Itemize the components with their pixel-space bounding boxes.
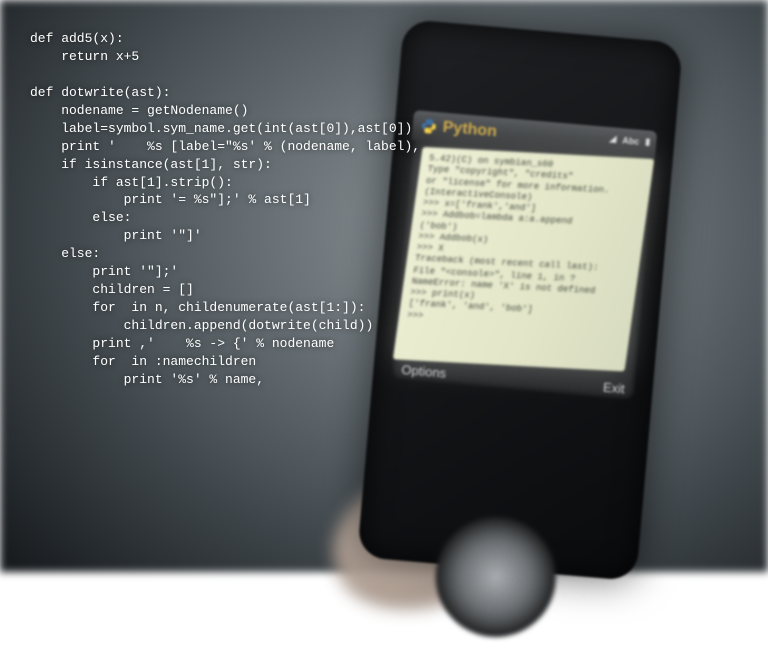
input-mode: Abc [622, 135, 640, 146]
dpad-button[interactable] [431, 512, 561, 642]
signal-icon: ◢ [609, 133, 617, 145]
python-logo-icon [420, 118, 437, 135]
code-overlay: def add5(x): return x+5 def dotwrite(ast… [30, 30, 420, 389]
python-console: 5.42)(C) on symbian_s60Type "copyright",… [393, 147, 654, 371]
phone-screen-bezel: Python ◢ Abc ▮ 5.42)(C) on symbian_s60Ty… [391, 110, 658, 400]
status-bar: ◢ Abc ▮ [609, 133, 651, 148]
app-title: Python [442, 119, 498, 142]
battery-icon: ▮ [645, 136, 651, 147]
softkey-right[interactable]: Exit [602, 379, 625, 396]
